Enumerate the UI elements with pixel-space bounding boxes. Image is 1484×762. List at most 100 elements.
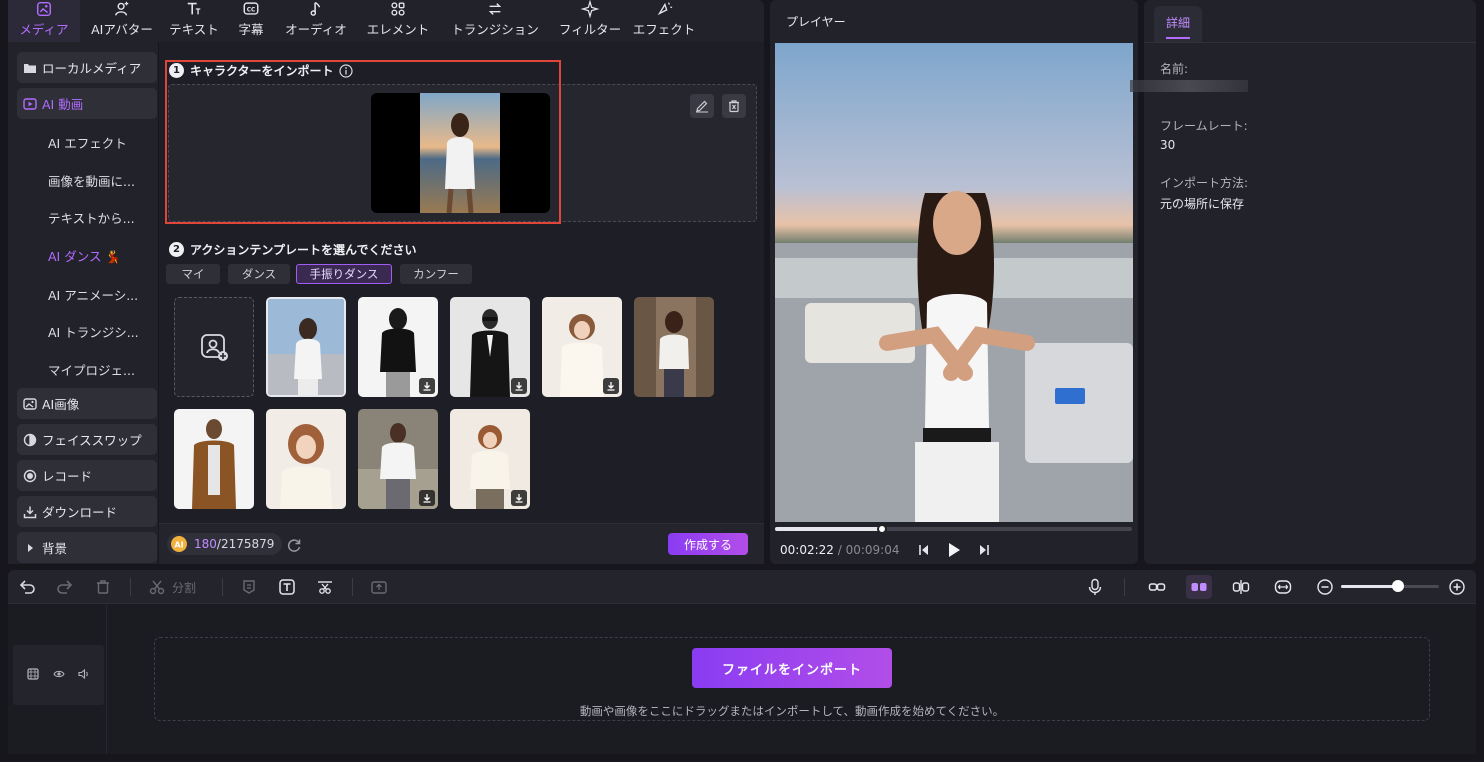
- chip-kungfu[interactable]: カンフー: [400, 264, 472, 284]
- player-scrubber[interactable]: [877, 524, 888, 534]
- eye-icon[interactable]: [53, 668, 65, 680]
- video-preview[interactable]: [775, 43, 1133, 522]
- nav-ai-dance[interactable]: AI ダンス 💃: [48, 246, 121, 265]
- nav-download[interactable]: ダウンロード: [17, 496, 157, 527]
- speaker-icon[interactable]: [78, 668, 91, 680]
- prev-frame-icon[interactable]: [918, 543, 930, 557]
- tab-effect[interactable]: エフェクト: [632, 0, 696, 42]
- import-file-button[interactable]: ファイルをインポート: [692, 648, 892, 688]
- chip-hand-dance[interactable]: 手振りダンス: [296, 264, 392, 284]
- tab-filter[interactable]: フィルター: [548, 0, 632, 42]
- folder-icon: [24, 63, 36, 73]
- next-frame-icon[interactable]: [978, 543, 990, 557]
- chip-my[interactable]: マイ: [166, 264, 220, 284]
- split-clip-icon[interactable]: [1232, 578, 1250, 596]
- template-thumb-1[interactable]: [266, 297, 346, 397]
- create-button[interactable]: 作成する: [668, 533, 748, 555]
- tab-ai-avatar[interactable]: AIアバター: [80, 0, 164, 42]
- credits-badge: AI 180/2175879: [167, 533, 283, 555]
- media-icon: [36, 1, 52, 17]
- nav-local-media[interactable]: ローカルメディア: [17, 52, 157, 83]
- tab-transition[interactable]: トランジション: [442, 0, 548, 42]
- microphone-icon[interactable]: [1086, 578, 1104, 596]
- upload-template-button[interactable]: [174, 297, 254, 397]
- nav-ai-image[interactable]: AI画像: [17, 388, 157, 419]
- download-icon: [23, 506, 37, 518]
- undo-icon[interactable]: [18, 578, 36, 596]
- name-label: 名前:: [1160, 62, 1189, 76]
- nav-image-to-video[interactable]: 画像を動画に...: [48, 171, 135, 190]
- tab-details[interactable]: 詳細: [1154, 6, 1202, 42]
- template-thumb-2[interactable]: [358, 297, 438, 397]
- zoom-in-icon[interactable]: [1448, 578, 1466, 596]
- zoom-out-icon[interactable]: [1316, 578, 1334, 596]
- edit-character-button[interactable]: [690, 94, 714, 118]
- template-thumb-7[interactable]: [266, 409, 346, 509]
- template-thumb-3[interactable]: [450, 297, 530, 397]
- download-arrow-icon: [607, 382, 615, 391]
- download-arrow-icon: [515, 382, 523, 391]
- nav-ai-video[interactable]: AI 動画: [17, 88, 157, 119]
- export-frame-icon[interactable]: [370, 578, 388, 596]
- character-preview: [371, 93, 550, 213]
- text-box-icon[interactable]: [278, 578, 296, 596]
- download-badge[interactable]: [511, 378, 527, 394]
- split-label[interactable]: 分割: [172, 579, 196, 596]
- nav-ai-animation[interactable]: AI アニメーシ...: [48, 285, 138, 304]
- tab-media[interactable]: メディア: [8, 0, 80, 42]
- play-icon[interactable]: [947, 542, 961, 558]
- add-person-icon: [201, 334, 228, 361]
- scissors-icon[interactable]: [148, 578, 166, 596]
- nav-record[interactable]: レコード: [17, 460, 157, 491]
- chip-dance[interactable]: ダンス: [228, 264, 290, 284]
- face-swap-icon: [23, 433, 37, 446]
- template-thumb-9[interactable]: [450, 409, 530, 509]
- template-image-7: [266, 409, 346, 509]
- trash-icon: [729, 100, 739, 113]
- ai-credit-coin-icon: AI: [171, 536, 187, 552]
- player-timecode: 00:02:22 / 00:09:04: [780, 543, 900, 557]
- import-method-value: 元の場所に保存: [1160, 197, 1245, 211]
- template-thumb-4[interactable]: [542, 297, 622, 397]
- refresh-icon[interactable]: [286, 537, 302, 553]
- tab-audio[interactable]: オーディオ: [278, 0, 354, 42]
- link-icon[interactable]: [1148, 578, 1166, 596]
- name-value-redacted: [1130, 80, 1248, 92]
- tab-element[interactable]: エレメント: [354, 0, 442, 42]
- nav-text-to-video[interactable]: テキストから...: [48, 208, 135, 227]
- nav-face-swap[interactable]: フェイススワップ: [17, 424, 157, 455]
- caret-right-icon: [28, 543, 33, 552]
- download-badge[interactable]: [511, 490, 527, 506]
- template-thumb-6[interactable]: [174, 409, 254, 509]
- nav-ai-effect[interactable]: AI エフェクト: [48, 133, 127, 152]
- template-thumb-5[interactable]: [634, 297, 714, 397]
- template-thumb-8[interactable]: [358, 409, 438, 509]
- download-badge[interactable]: [603, 378, 619, 394]
- nav-background[interactable]: 背景: [17, 532, 157, 563]
- redo-icon[interactable]: [56, 578, 74, 596]
- svg-text:AI: AI: [174, 541, 183, 550]
- fit-width-icon[interactable]: [1274, 578, 1292, 596]
- download-badge[interactable]: [419, 490, 435, 506]
- fps-label: フレームレート:: [1160, 119, 1248, 133]
- timeline-area: ファイルをインポート 動画や画像をここにドラッグまたはインポートして、動画作成を…: [8, 603, 1476, 754]
- zoom-slider-track[interactable]: [1341, 585, 1439, 588]
- nav-my-project[interactable]: マイプロジェ...: [48, 360, 135, 379]
- subtitle-icon: CC: [243, 2, 259, 15]
- zoom-slider-knob[interactable]: [1391, 580, 1404, 592]
- video-track-icon[interactable]: [27, 668, 39, 680]
- template-image-5: [634, 297, 714, 397]
- marker-icon[interactable]: [240, 578, 258, 596]
- download-badge[interactable]: [419, 378, 435, 394]
- magnetic-snap-toggle[interactable]: [1186, 575, 1212, 599]
- template-image-1: [268, 299, 344, 395]
- tab-subtitle[interactable]: CC 字幕: [224, 0, 278, 42]
- left-nav: ローカルメディア AI 動画 AI エフェクト 画像を動画に... テキストから…: [8, 42, 158, 564]
- tab-text[interactable]: テキスト: [164, 0, 224, 42]
- auto-cut-icon[interactable]: [316, 578, 334, 596]
- delete-icon[interactable]: [94, 578, 112, 596]
- delete-character-button[interactable]: [722, 94, 746, 118]
- nav-ai-transition[interactable]: AI トランジシ...: [48, 322, 139, 341]
- player-progress-track[interactable]: [775, 527, 1132, 531]
- download-arrow-icon: [515, 494, 523, 503]
